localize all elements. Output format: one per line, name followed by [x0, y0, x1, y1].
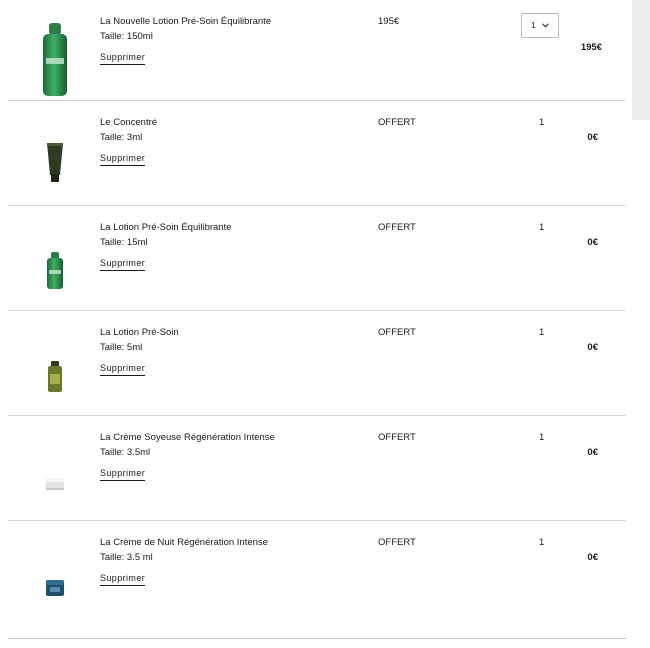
quantity-value: 1	[539, 327, 545, 338]
cart-item-row: La Lotion Pré-Soin Équilibrante Taille: …	[8, 206, 626, 311]
product-size: Taille: 5ml	[100, 342, 143, 353]
cream-jar-icon	[46, 478, 64, 490]
cart-item-row: La Nouvelle Lotion Pré-Soin Équilibrante…	[8, 0, 626, 101]
remove-item-button[interactable]: Supprimer	[100, 52, 146, 65]
line-total: 0€	[587, 237, 598, 248]
product-size: Taille: 3ml	[100, 132, 143, 143]
unit-price: OFFERT	[378, 432, 416, 443]
cart-item-row: La Lotion Pré-Soin Taille: 5ml Supprimer…	[8, 311, 626, 416]
remove-item-button[interactable]: Supprimer	[100, 153, 146, 166]
unit-price: OFFERT	[378, 222, 416, 233]
product-image-lotion-150ml[interactable]	[30, 22, 80, 98]
tube-icon	[47, 143, 63, 182]
quantity-value: 1	[539, 432, 545, 443]
product-name[interactable]: La Crème Soyeuse Régénération Intense	[100, 432, 275, 443]
cart-item-row: Le Concentré Taille: 3ml Supprimer OFFER…	[8, 101, 626, 206]
remove-item-button[interactable]: Supprimer	[100, 573, 146, 586]
product-name[interactable]: La Crème de Nuit Régénération Intense	[100, 537, 268, 548]
quantity-value: 1	[539, 222, 545, 233]
product-size: Taille: 15ml	[100, 237, 148, 248]
quantity-select[interactable]: 1	[521, 13, 559, 38]
product-image-creme-de-nuit[interactable]	[30, 579, 80, 597]
product-name[interactable]: Le Concentré	[100, 117, 157, 128]
list-bottom-divider	[8, 638, 626, 639]
product-size: Taille: 3.5ml	[100, 447, 151, 458]
product-image-concentre[interactable]	[30, 141, 80, 183]
lotion-bottle-icon	[43, 23, 67, 96]
remove-item-button[interactable]: Supprimer	[100, 363, 146, 376]
quantity-value: 1	[531, 21, 536, 30]
quantity-value: 1	[539, 117, 545, 128]
unit-price: 195€	[378, 16, 400, 27]
night-cream-jar-icon	[46, 580, 64, 596]
remove-item-button[interactable]: Supprimer	[100, 258, 146, 271]
product-image-lotion-15ml[interactable]	[30, 252, 80, 290]
product-name[interactable]: La Lotion Pré-Soin	[100, 327, 179, 338]
cart-item-row: La Crème de Nuit Régénération Intense Ta…	[8, 521, 626, 626]
line-total: 0€	[587, 552, 598, 563]
line-total: 0€	[587, 132, 598, 143]
cart-item-row: La Crème Soyeuse Régénération Intense Ta…	[8, 416, 626, 521]
product-name[interactable]: La Lotion Pré-Soin Équilibrante	[100, 222, 232, 233]
product-image-lotion-5ml[interactable]	[30, 361, 80, 393]
product-size: Taille: 150ml	[100, 31, 153, 42]
cart-item-list: La Nouvelle Lotion Pré-Soin Équilibrante…	[8, 0, 626, 626]
product-name[interactable]: La Nouvelle Lotion Pré-Soin Équilibrante	[100, 16, 271, 27]
product-image-creme-soyeuse[interactable]	[30, 476, 80, 492]
lotion-bottle-icon	[47, 252, 63, 289]
product-size: Taille: 3.5 ml	[100, 552, 153, 563]
unit-price: OFFERT	[378, 117, 416, 128]
mini-bottle-icon	[48, 361, 62, 392]
unit-price: OFFERT	[378, 537, 416, 548]
chevron-down-icon	[541, 23, 549, 28]
unit-price: OFFERT	[378, 327, 416, 338]
line-total: 195€	[580, 42, 602, 53]
line-total: 0€	[587, 342, 598, 353]
scrollbar-thumb[interactable]	[632, 0, 650, 120]
quantity-value: 1	[539, 537, 545, 548]
line-total: 0€	[587, 447, 598, 458]
remove-item-button[interactable]: Supprimer	[100, 468, 146, 481]
